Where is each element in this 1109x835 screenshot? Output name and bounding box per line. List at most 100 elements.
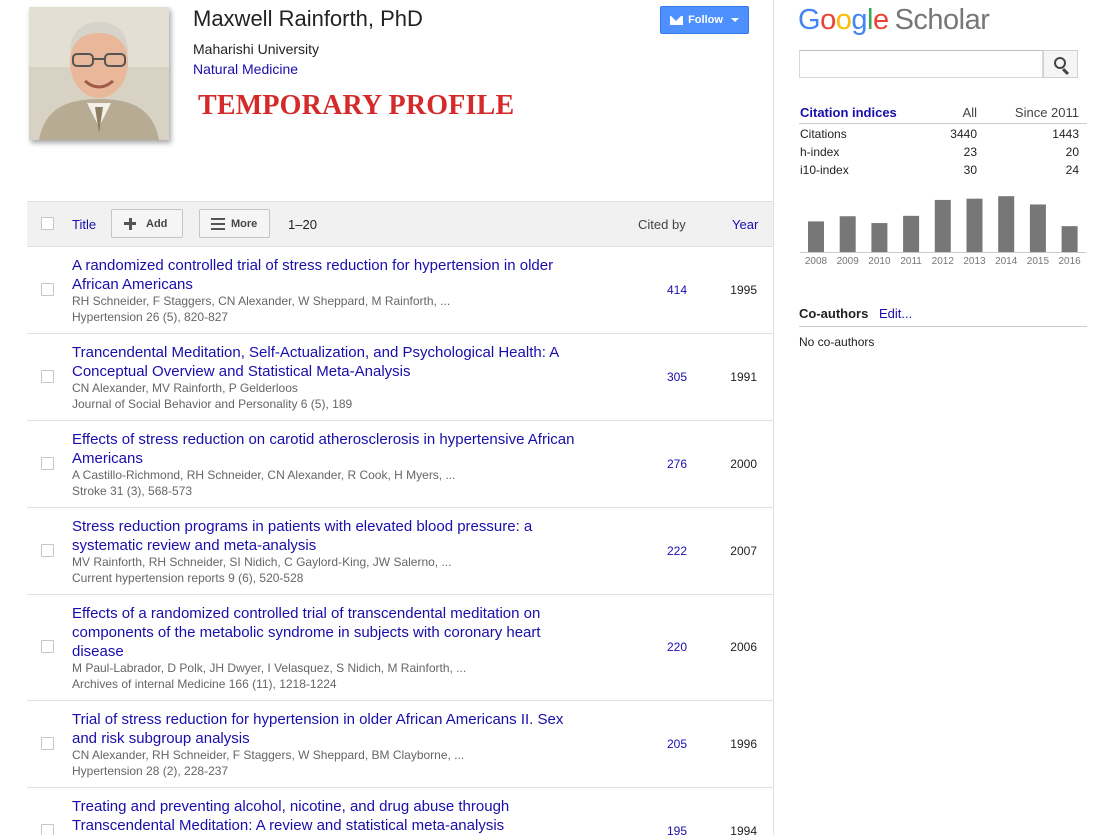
histogram-year-label: 2012 <box>932 256 955 267</box>
more-button[interactable]: More <box>199 209 270 238</box>
histogram-year-label: 2014 <box>995 256 1018 267</box>
histogram-year-label: 2015 <box>1027 256 1050 267</box>
histogram-year-label: 2016 <box>1058 256 1081 267</box>
sort-by-title[interactable]: Title <box>72 217 96 232</box>
row-checkbox[interactable] <box>41 824 54 835</box>
logo-scholar: Scholar <box>894 4 990 36</box>
google-scholar-logo[interactable]: Google Scholar <box>798 4 990 37</box>
logo-google: Google <box>798 4 889 36</box>
article-authors: A Castillo-Richmond, RH Schneider, CN Al… <box>72 468 456 482</box>
profile-field-link[interactable]: Natural Medicine <box>193 61 298 77</box>
profile-affiliation: Maharishi University <box>193 41 320 57</box>
histogram-bar-2012[interactable] <box>934 199 951 252</box>
chevron-down-icon <box>730 18 739 22</box>
col-all-label: All <box>962 105 977 120</box>
table-row: Effects of a randomized controlled trial… <box>27 595 773 701</box>
article-venue: Archives of internal Medicine 166 (11), … <box>72 677 337 691</box>
row-checkbox[interactable] <box>41 737 54 750</box>
article-authors: MV Rainforth, RH Schneider, SI Nidich, C… <box>72 555 452 569</box>
table-row: Trancendental Meditation, Self-Actualiza… <box>27 334 773 421</box>
article-title[interactable]: Effects of stress reduction on carotid a… <box>72 430 592 468</box>
article-title[interactable]: A randomized controlled trial of stress … <box>72 256 592 294</box>
histogram-bar-2011[interactable] <box>903 215 920 252</box>
histogram-bar-2010[interactable] <box>871 223 888 252</box>
cited-by-count[interactable]: 414 <box>647 283 687 297</box>
cited-by-count[interactable]: 195 <box>647 824 687 835</box>
histogram-year-label: 2009 <box>837 256 860 267</box>
article-title[interactable]: Stress reduction programs in patients wi… <box>72 517 562 555</box>
coauthors-title: Co-authors <box>799 306 869 321</box>
article-year: 2006 <box>730 640 757 654</box>
article-title[interactable]: Effects of a randomized controlled trial… <box>72 604 572 661</box>
plus-icon <box>124 217 136 230</box>
article-title[interactable]: Trancendental Meditation, Self-Actualiza… <box>72 343 582 381</box>
histogram-year-label: 2013 <box>963 256 986 267</box>
article-venue: Hypertension 28 (2), 228-237 <box>72 764 229 778</box>
histogram-year-label: 2008 <box>805 256 828 267</box>
search-button[interactable] <box>1043 50 1078 78</box>
histogram-bar-2009[interactable] <box>839 216 856 252</box>
no-coauthors-text: No co-authors <box>799 335 875 349</box>
coauthors-header: Co-authors Edit... <box>799 305 1087 327</box>
metric-label: i10-index <box>800 163 849 177</box>
article-year: 1991 <box>730 370 757 384</box>
add-button[interactable]: Add <box>111 209 183 238</box>
metric-since: 24 <box>1065 163 1079 177</box>
sort-by-year[interactable]: Year <box>732 217 758 232</box>
cited-by-count[interactable]: 205 <box>647 737 687 751</box>
metric-all: 23 <box>963 145 977 159</box>
article-year: 1996 <box>730 737 757 751</box>
edit-coauthors-link[interactable]: Edit... <box>879 306 912 321</box>
profile-main: Maxwell Rainforth, PhD Maharishi Univers… <box>0 0 774 835</box>
histogram-bar-2008[interactable] <box>808 221 824 252</box>
metric-all: 3440 <box>950 127 977 141</box>
article-authors: M Paul-Labrador, D Polk, JH Dwyer, I Vel… <box>72 661 467 675</box>
more-label: More <box>231 217 258 230</box>
row-checkbox[interactable] <box>41 640 54 653</box>
mail-icon <box>670 15 684 25</box>
citations-histogram: 2008 2009 2010 2011 2012 2013 2014 2015 2016 <box>800 196 1086 267</box>
histogram-bar-2016[interactable] <box>1061 226 1078 252</box>
article-venue: Hypertension 26 (5), 820-827 <box>72 310 229 324</box>
article-venue: Stroke 31 (3), 568-573 <box>72 484 193 498</box>
profile-photo <box>29 7 169 140</box>
article-authors: CN Alexander, RH Schneider, F Staggers, … <box>72 748 465 762</box>
row-checkbox[interactable] <box>41 457 54 470</box>
histogram-bar-2013[interactable] <box>966 198 983 252</box>
histogram-bar-2015[interactable] <box>1029 204 1046 252</box>
cited-by-count[interactable]: 305 <box>647 370 687 384</box>
row-checkbox[interactable] <box>41 283 54 296</box>
article-year: 2007 <box>730 544 757 558</box>
table-row: Effects of stress reduction on carotid a… <box>27 421 773 508</box>
follow-label: Follow <box>688 14 723 26</box>
row-checkbox[interactable] <box>41 370 54 383</box>
article-venue: Current hypertension reports 9 (6), 520-… <box>72 571 304 585</box>
metric-label: Citations <box>800 127 847 141</box>
col-since-label: Since 2011 <box>1014 105 1079 120</box>
article-year: 1994 <box>730 824 757 835</box>
article-venue: Journal of Social Behavior and Personali… <box>72 397 353 411</box>
histogram-year-label: 2010 <box>868 256 891 267</box>
cited-by-count[interactable]: 276 <box>647 457 687 471</box>
metric-since: 20 <box>1065 145 1079 159</box>
article-title[interactable]: Treating and preventing alcohol, nicotin… <box>72 797 542 835</box>
metric-label: h-index <box>800 145 840 159</box>
follow-button[interactable]: Follow <box>660 6 749 34</box>
select-all-checkbox[interactable] <box>41 217 54 230</box>
histogram-bar-2014[interactable] <box>998 196 1015 252</box>
article-authors: RH Schneider, F Staggers, CN Alexander, … <box>72 294 451 308</box>
result-range: 1–20 <box>288 217 317 232</box>
row-checkbox[interactable] <box>41 544 54 557</box>
citation-indices-title[interactable]: Citation indices <box>800 105 897 120</box>
profile-name: Maxwell Rainforth, PhD <box>193 6 423 31</box>
cited-by-count[interactable]: 222 <box>647 544 687 558</box>
article-authors: CN Alexander, MV Rainforth, P Gelderloos <box>72 381 298 395</box>
table-row: Trial of stress reduction for hypertensi… <box>27 701 773 788</box>
search-input[interactable] <box>799 50 1043 78</box>
sort-by-cited: Cited by <box>638 217 686 232</box>
table-row: Stress reduction programs in patients wi… <box>27 508 773 595</box>
add-label: Add <box>146 217 168 230</box>
cited-by-count[interactable]: 220 <box>647 640 687 654</box>
histogram-year-label: 2011 <box>900 256 922 267</box>
article-title[interactable]: Trial of stress reduction for hypertensi… <box>72 710 587 748</box>
